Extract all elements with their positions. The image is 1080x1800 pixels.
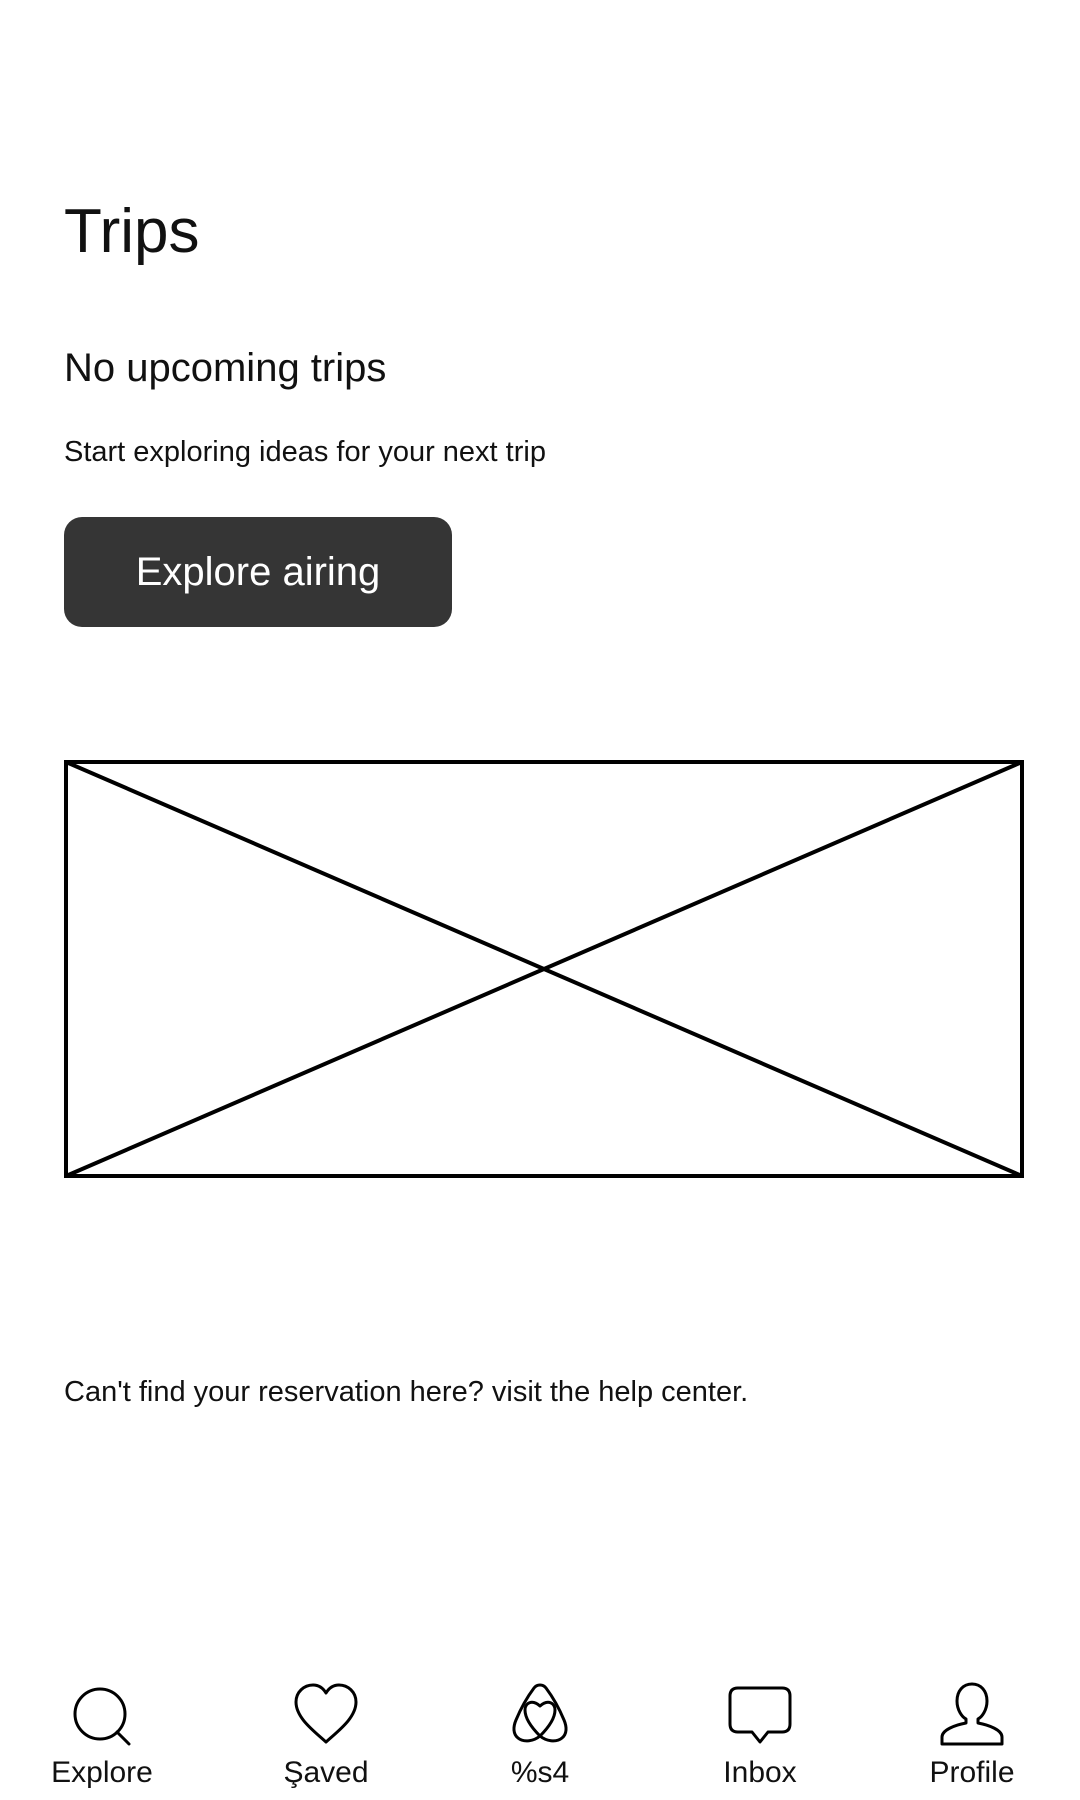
tab-label: Explore bbox=[51, 1756, 153, 1789]
user-icon bbox=[940, 1682, 1004, 1746]
airbnb-logo-icon bbox=[512, 1683, 568, 1743]
tab-label: Şaved bbox=[283, 1756, 369, 1789]
chat-bubble-icon bbox=[728, 1686, 792, 1744]
empty-state-subtitle: Start exploring ideas for your next trip bbox=[64, 436, 546, 468]
search-icon bbox=[73, 1687, 131, 1746]
tab-saved[interactable]: Şaved bbox=[236, 1680, 416, 1800]
bottom-tab-bar: Explore Şaved %s4 Inbox Profile bbox=[0, 1680, 1080, 1800]
empty-state-title: No upcoming trips bbox=[64, 346, 387, 390]
tab-label: Profile bbox=[929, 1756, 1015, 1789]
tab-label: %s4 bbox=[510, 1756, 570, 1789]
tab-inbox[interactable]: Inbox bbox=[670, 1680, 850, 1800]
image-placeholder bbox=[64, 760, 1024, 1178]
tab-trips[interactable]: %s4 bbox=[450, 1680, 630, 1800]
help-center-link[interactable]: Can't find your reservation here? visit … bbox=[64, 1374, 748, 1410]
tab-profile[interactable]: Profile bbox=[882, 1680, 1062, 1800]
page-title: Trips bbox=[64, 197, 200, 266]
tab-label: Inbox bbox=[723, 1756, 797, 1789]
explore-button[interactable]: Explore airing bbox=[64, 517, 452, 627]
heart-icon bbox=[294, 1683, 358, 1744]
tab-explore[interactable]: Explore bbox=[12, 1680, 192, 1800]
